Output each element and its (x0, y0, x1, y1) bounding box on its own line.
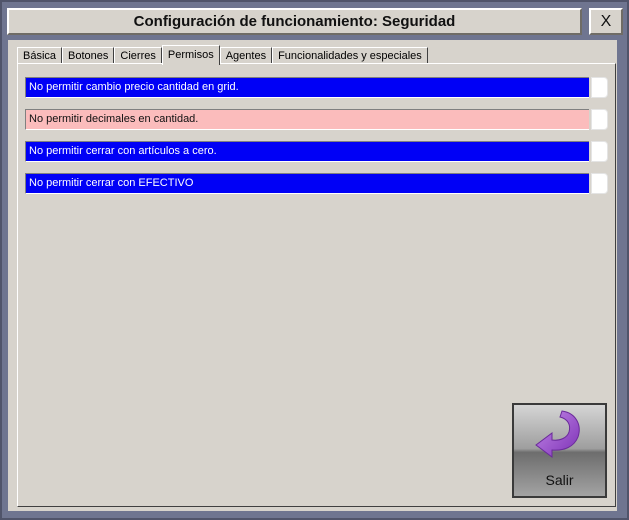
permission-checkbox[interactable] (591, 173, 608, 194)
permission-row[interactable]: No permitir decimales en cantidad. (25, 109, 608, 130)
client-area: Básica Botones Cierres Permisos Agentes … (8, 40, 617, 511)
tab-cierres[interactable]: Cierres (114, 47, 162, 64)
exit-button[interactable]: Salir (512, 403, 607, 498)
permission-checkbox[interactable] (591, 109, 608, 130)
permission-checkbox[interactable] (591, 141, 608, 162)
permission-label[interactable]: No permitir cambio precio cantidad en gr… (25, 77, 589, 98)
window-title: Configuración de funcionamiento: Segurid… (133, 13, 456, 30)
curved-arrow-return-icon (535, 410, 580, 458)
tab-agentes[interactable]: Agentes (219, 47, 273, 64)
permission-label[interactable]: No permitir cerrar con EFECTIVO (25, 173, 589, 194)
tab-funcionalidades[interactable]: Funcionalidades y especiales (272, 47, 428, 64)
permission-checkbox[interactable] (591, 77, 608, 98)
tab-strip: Básica Botones Cierres Permisos Agentes … (17, 45, 428, 65)
exit-button-label: Salir (545, 472, 574, 488)
close-button[interactable]: X (589, 8, 623, 35)
permission-label[interactable]: No permitir decimales en cantidad. (25, 109, 589, 130)
tab-botones[interactable]: Botones (62, 47, 115, 64)
permission-label[interactable]: No permitir cerrar con artículos a cero. (25, 141, 589, 162)
permission-row[interactable]: No permitir cambio precio cantidad en gr… (25, 77, 608, 98)
title-bar: Configuración de funcionamiento: Segurid… (7, 8, 582, 35)
permission-row[interactable]: No permitir cerrar con artículos a cero. (25, 141, 608, 162)
permission-row[interactable]: No permitir cerrar con EFECTIVO (25, 173, 608, 194)
tab-permisos[interactable]: Permisos (161, 45, 220, 65)
window: Configuración de funcionamiento: Segurid… (0, 0, 629, 520)
close-icon: X (600, 12, 612, 30)
tab-basica[interactable]: Básica (17, 47, 63, 64)
